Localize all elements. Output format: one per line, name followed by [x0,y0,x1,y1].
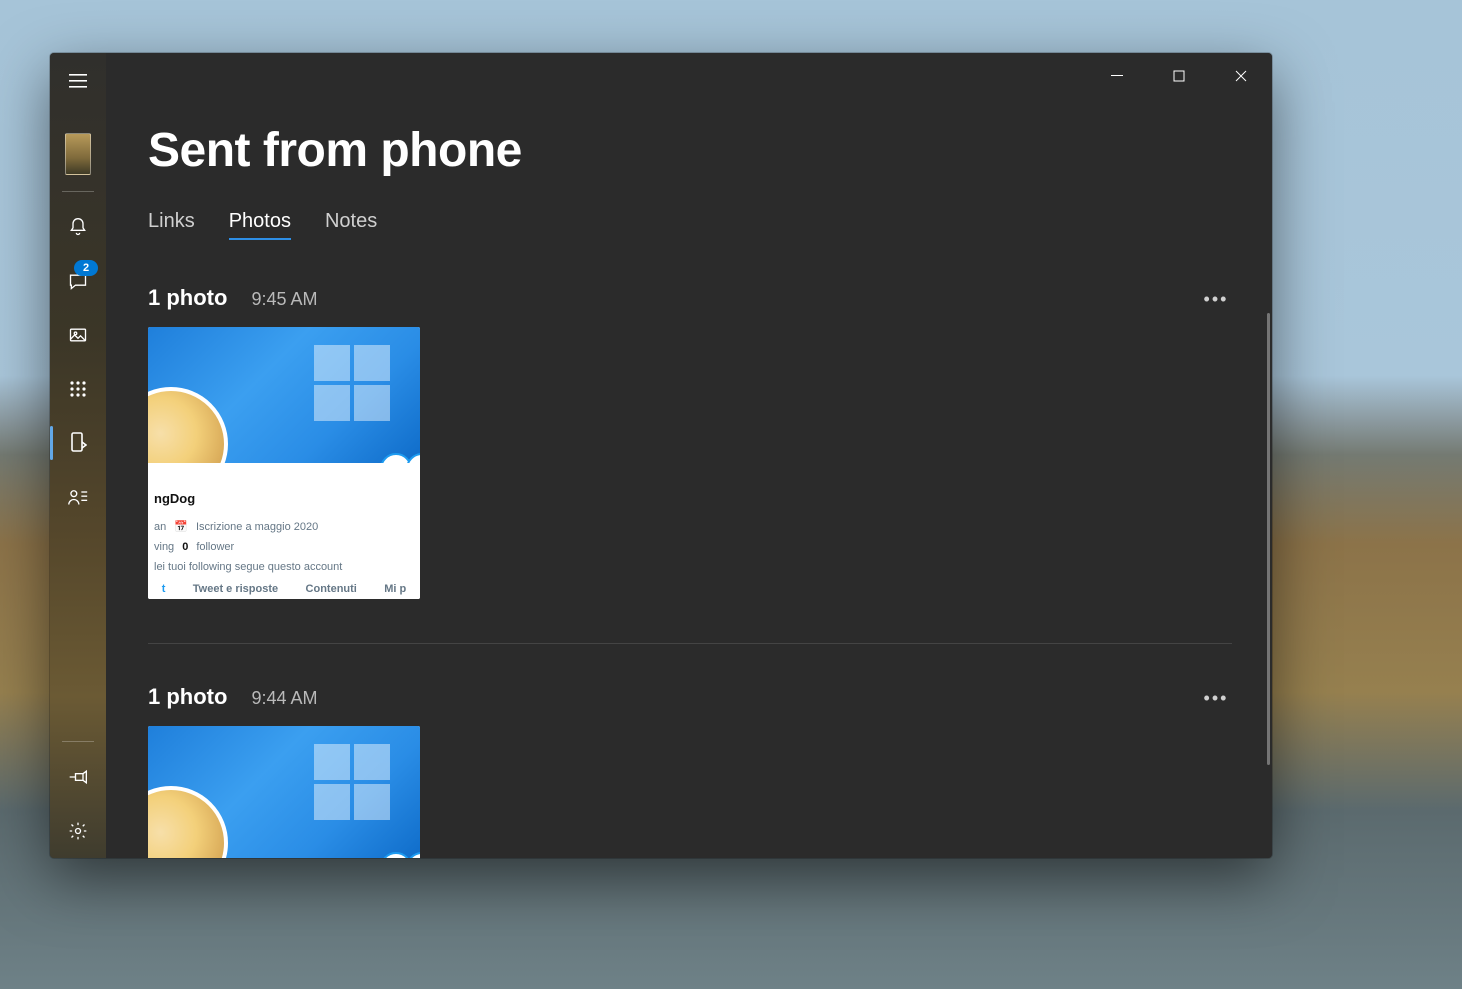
photo-thumbnail[interactable]: ••• ngDog an 📅 Iscrizione a maggio 2020 … [148,327,420,599]
phone-send-icon [69,432,87,454]
apps-grid-icon [69,380,87,398]
sidebar-divider-bottom [62,741,94,742]
minimize-button[interactable] [1086,53,1148,99]
hamburger-icon [69,74,87,88]
thumb-tab: Tweet e risposte [193,583,278,595]
thumb-tab: Mi p [384,583,406,595]
thumb-note: lei tuoi following segue questo account [154,561,342,573]
tab-bar: Links Photos Notes [148,210,1252,239]
tab-notes[interactable]: Notes [325,210,377,239]
more-icon: ••• [1204,289,1229,310]
group-title: 1 photo [148,684,227,710]
maximize-icon [1173,70,1185,82]
device-thumbnail[interactable] [65,133,91,175]
sidebar-item-pin[interactable] [50,750,106,804]
thumb-following-label: ving [154,541,174,553]
hamburger-menu-button[interactable] [50,53,106,109]
windows-logo-icon [314,744,394,824]
sidebar-item-contacts[interactable] [50,470,106,524]
sidebar-divider [62,191,94,192]
content-area: Sent from phone Links Photos Notes 1 pho… [148,123,1252,858]
thumb-follower-count: 0 [182,541,188,553]
thumb-body: ngDog an 📅 Iscrizione a maggio 2020 ving… [148,463,420,599]
main-content: Sent from phone Links Photos Notes 1 pho… [106,53,1272,858]
group-title: 1 photo [148,285,227,311]
close-button[interactable] [1210,53,1272,99]
titlebar-controls [1086,53,1272,99]
group-more-button[interactable]: ••• [1200,682,1232,714]
more-icon: ••• [1204,688,1229,709]
bell-icon [68,217,88,237]
photo-group: 1 photo 9:44 AM ••• [148,684,1252,858]
sidebar-item-settings[interactable] [50,804,106,858]
pin-icon [68,769,88,785]
group-header: 1 photo 9:45 AM ••• [148,285,1252,311]
contacts-icon [68,488,88,506]
sidebar-item-notifications[interactable] [50,200,106,254]
calendar-icon: 📅 [174,520,188,533]
tab-links[interactable]: Links [148,210,195,239]
thumb-tabs: t Tweet e risposte Contenuti Mi p [148,583,420,595]
maximize-button[interactable] [1148,53,1210,99]
windows-logo-icon [314,345,394,425]
thumb-follower-label: follower [196,541,234,553]
photo-icon [68,325,88,345]
sidebar: 2 [50,53,106,858]
minimize-icon [1111,70,1123,82]
group-more-button[interactable]: ••• [1200,283,1232,315]
thumb-meta-right: Iscrizione a maggio 2020 [196,521,318,533]
photo-group: 1 photo 9:45 AM ••• [148,285,1252,599]
messages-badge: 2 [74,260,98,276]
sidebar-item-apps[interactable] [50,362,106,416]
thumb-tab: t [162,583,166,595]
group-time: 9:45 AM [251,289,317,310]
scrollbar[interactable] [1267,313,1270,765]
thumb-meta-left: an [154,521,166,533]
photo-thumbnail[interactable]: ••• [148,726,420,858]
thumb-tab: Contenuti [306,583,357,595]
sidebar-item-sent-from-phone[interactable] [50,416,106,470]
tab-photos[interactable]: Photos [229,210,291,239]
app-window: 2 [50,53,1272,858]
thumb-profile-name: ngDog [154,491,414,506]
group-header: 1 photo 9:44 AM ••• [148,684,1252,710]
gear-icon [68,821,88,841]
sidebar-item-messages[interactable]: 2 [50,254,106,308]
page-title: Sent from phone [148,123,1252,178]
group-time: 9:44 AM [251,688,317,709]
close-icon [1235,70,1247,82]
sidebar-item-photos[interactable] [50,308,106,362]
group-divider [148,643,1232,644]
